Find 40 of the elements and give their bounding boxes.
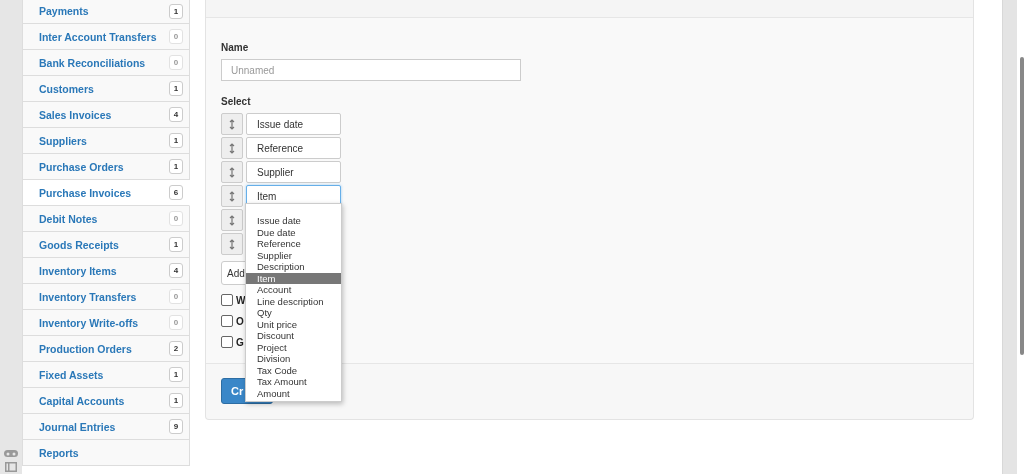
item-label: Journal Entries <box>39 420 117 433</box>
item-label: Suppliers <box>39 134 88 147</box>
count-badge: 9 <box>169 419 183 434</box>
count-badge: 4 <box>169 263 183 278</box>
count-badge: 0 <box>169 289 183 304</box>
item-label: Capital Accounts <box>39 394 126 407</box>
item-label: Reports <box>39 446 80 459</box>
item-label: Payments <box>39 5 90 17</box>
count-badge: 0 <box>169 211 183 226</box>
count-badge: 1 <box>169 393 183 408</box>
item-label: Production Orders <box>39 342 133 355</box>
item-label: Debit Notes <box>39 212 99 225</box>
item-label: Goods Receipts <box>39 238 120 251</box>
count-badge: 0 <box>169 315 183 330</box>
field-label: Name <box>221 42 249 53</box>
item-label: Purchase Orders <box>39 160 125 173</box>
item-label: Inventory Transfers <box>39 290 138 303</box>
checkbox-label: O <box>236 315 244 327</box>
count-badge: 2 <box>169 341 183 356</box>
count-badge: 1 <box>169 237 183 252</box>
count-badge: 4 <box>169 107 183 122</box>
checkbox-label: G <box>236 336 244 348</box>
checkbox-label: W <box>236 294 246 306</box>
count-badge: 1 <box>169 159 183 174</box>
count-badge: 1 <box>169 367 183 382</box>
item-label: Bank Reconciliations <box>39 56 147 69</box>
count-badge: 1 <box>169 81 183 96</box>
count-badge: 1 <box>169 133 183 148</box>
item-label: Customers <box>39 82 95 95</box>
field-label: Select <box>221 96 251 107</box>
count-badge: 6 <box>169 185 183 200</box>
count-badge: 0 <box>169 29 183 44</box>
item-label: Inventory Write-offs <box>39 316 139 329</box>
count-badge: 1 <box>169 3 183 19</box>
count-badge: 0 <box>169 55 183 70</box>
item-label: Inter Account Transfers <box>39 30 158 43</box>
item-label: Sales Invoices <box>39 108 113 121</box>
item-label: Purchase Invoices <box>39 186 133 199</box>
item-label: Inventory Items <box>39 264 118 277</box>
item-label: Fixed Assets <box>39 368 105 381</box>
